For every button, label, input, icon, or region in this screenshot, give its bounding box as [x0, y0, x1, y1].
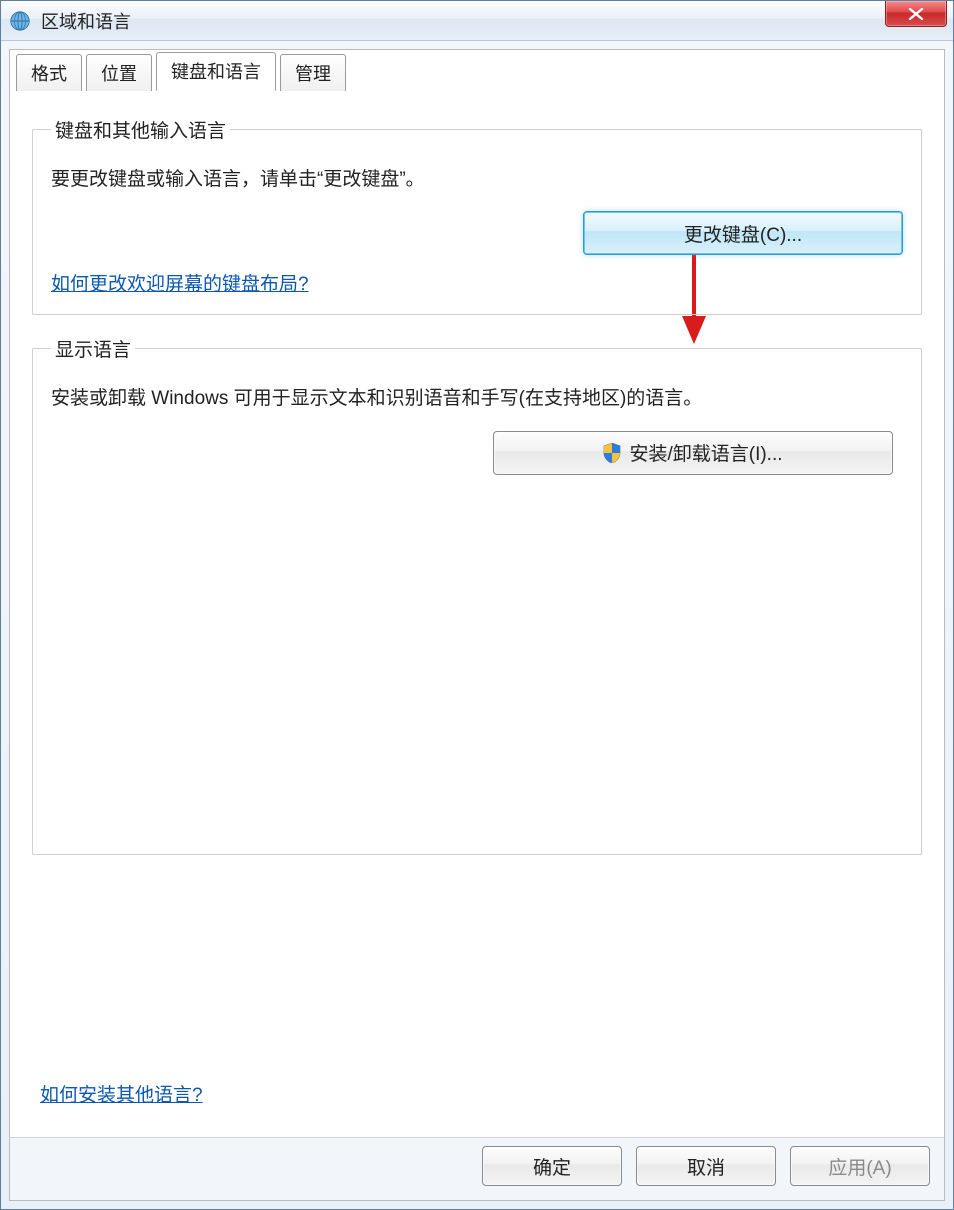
cancel-button[interactable]: 取消	[636, 1146, 776, 1186]
tab-admin[interactable]: 管理	[280, 54, 346, 91]
keyboard-desc: 要更改键盘或输入语言，请单击“更改键盘”。	[51, 165, 903, 195]
titlebar: 区域和语言	[1, 1, 953, 41]
tab-content: 单出 键盘和其他输入语言 要更改键盘或输入语言，请单击“更改键盘”。 更改键盘(…	[10, 90, 944, 1137]
change-keyboard-button[interactable]: 更改键盘(C)...	[583, 211, 903, 255]
group-display-legend: 显示语言	[51, 335, 135, 362]
client-area: 格式 位置 键盘和语言 管理 单出 键盘和其他输入语言 要更改键盘或输入语言，请…	[9, 49, 945, 1201]
dialog-window: 区域和语言 格式 位置 键盘和语言 管理 单出 键盘和其他输入语言 要更改键盘或…	[0, 0, 954, 1210]
tab-keyboard-language[interactable]: 键盘和语言	[156, 52, 276, 91]
dialog-button-bar: 确定 取消 应用(A)	[10, 1137, 944, 1200]
group-keyboard-legend: 键盘和其他输入语言	[51, 116, 230, 143]
ok-button[interactable]: 确定	[482, 1146, 622, 1186]
tab-format[interactable]: 格式	[16, 54, 82, 91]
group-display-language: 显示语言 安装或卸载 Windows 可用于显示文本和识别语音和手写(在支持地区…	[32, 335, 922, 855]
close-button[interactable]	[885, 1, 947, 27]
apply-button[interactable]: 应用(A)	[790, 1146, 930, 1186]
tab-location[interactable]: 位置	[86, 54, 152, 91]
uac-shield-icon	[603, 443, 621, 463]
install-uninstall-label: 安装/卸载语言(I)...	[629, 439, 782, 466]
tabstrip: 格式 位置 键盘和语言 管理	[10, 50, 944, 90]
display-desc: 安装或卸载 Windows 可用于显示文本和识别语音和手写(在支持地区)的语言。	[51, 384, 903, 414]
link-welcome-keyboard-layout[interactable]: 如何更改欢迎屏幕的键盘布局?	[51, 269, 309, 296]
window-title: 区域和语言	[41, 8, 131, 34]
install-uninstall-language-button[interactable]: 安装/卸载语言(I)...	[493, 431, 893, 475]
group-keyboard-input: 键盘和其他输入语言 要更改键盘或输入语言，请单击“更改键盘”。 更改键盘(C).…	[32, 116, 922, 315]
link-install-other-languages[interactable]: 如何安装其他语言?	[40, 1080, 203, 1107]
globe-icon	[9, 10, 31, 32]
